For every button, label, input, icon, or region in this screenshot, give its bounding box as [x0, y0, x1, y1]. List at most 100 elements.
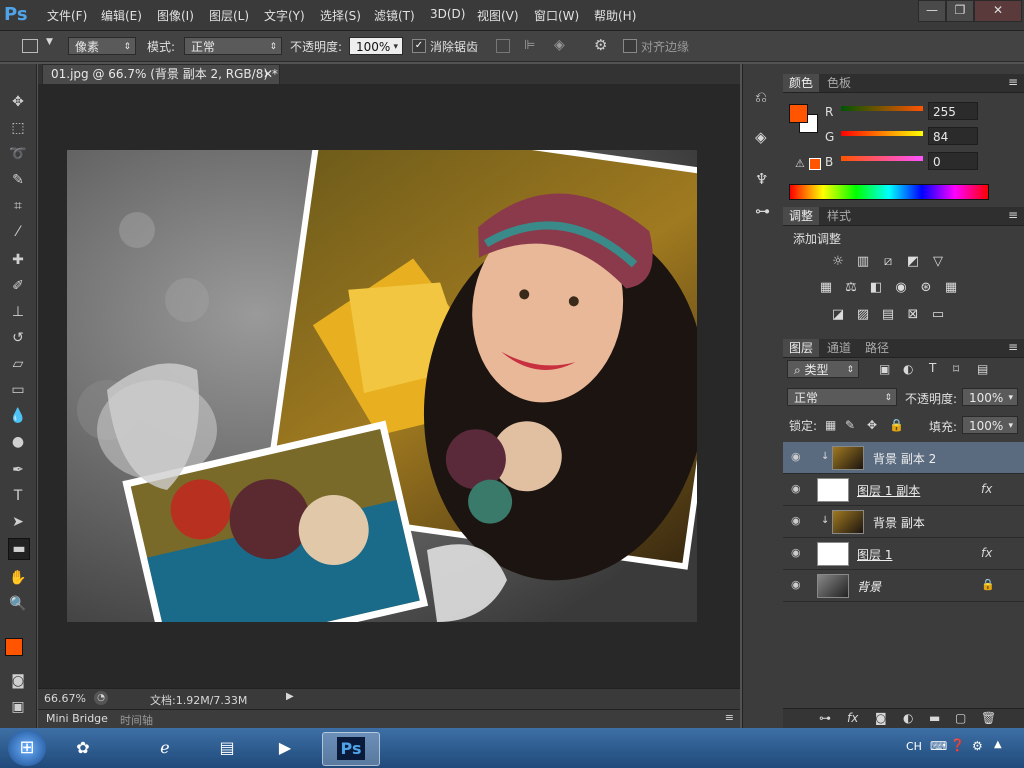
layer-row[interactable]: ◉ ↓ 背景 副本 2: [783, 442, 1024, 474]
add-mask-icon[interactable]: ◙: [875, 711, 887, 725]
threshold-icon[interactable]: ▤: [879, 307, 897, 323]
status-info-icon[interactable]: ◔: [94, 691, 108, 705]
menu-file[interactable]: 文件(F): [47, 7, 87, 24]
layer-row[interactable]: ◉ 图层 1 副本 fx: [783, 474, 1024, 506]
settings-icon[interactable]: ⚙: [972, 739, 983, 753]
panel-menu-icon[interactable]: ≡: [1008, 208, 1018, 222]
gradient-map-icon[interactable]: ▭: [929, 307, 947, 323]
layer-row[interactable]: ◉ 背景 🔒: [783, 570, 1024, 602]
black-white-icon[interactable]: ◧: [867, 280, 885, 296]
tab-swatches[interactable]: 色板: [821, 74, 857, 92]
windows-media-center-icon[interactable]: ✿: [62, 732, 104, 764]
close-button[interactable]: ✕: [974, 0, 1022, 22]
gear-icon[interactable]: ⚙: [594, 36, 607, 54]
gradient-tool-icon[interactable]: ▭: [8, 380, 28, 400]
menu-layer[interactable]: 图层(L): [209, 7, 249, 24]
eye-icon[interactable]: ◉: [791, 482, 805, 496]
color-lookup-icon[interactable]: ▦: [942, 280, 960, 296]
foreground-color-swatch[interactable]: [5, 638, 23, 656]
rectangle-tool-preset-icon[interactable]: [22, 39, 38, 53]
menu-filter[interactable]: 滤镜(T): [374, 7, 415, 24]
invert-icon[interactable]: ◪: [829, 307, 847, 323]
restore-button[interactable]: ❐: [946, 0, 974, 22]
hue-saturation-icon[interactable]: ▦: [817, 280, 835, 296]
filter-type-icon[interactable]: T: [929, 361, 936, 375]
chevron-down-icon[interactable]: ▼: [46, 37, 53, 47]
tool-presets-icon[interactable]: ⊶: [755, 202, 770, 220]
path-ops-icon[interactable]: [496, 39, 510, 53]
lock-transparency-icon[interactable]: ▦: [825, 418, 836, 432]
filter-pixel-icon[interactable]: ▣: [879, 362, 890, 376]
channel-r-input[interactable]: 255: [928, 102, 978, 120]
brush-presets-icon[interactable]: ♆: [755, 170, 768, 188]
align-edges-checkbox[interactable]: [623, 39, 637, 53]
color-balance-icon[interactable]: ⚖: [842, 280, 860, 296]
3d-panel-icon[interactable]: ◈: [755, 128, 767, 146]
layer-name[interactable]: 背景 副本 2: [873, 450, 936, 467]
layer-row[interactable]: ◉ 图层 1 fx: [783, 538, 1024, 570]
channel-mixer-icon[interactable]: ⊛: [917, 280, 935, 296]
history-brush-tool-icon[interactable]: ↺: [8, 328, 28, 348]
panel-menu-icon[interactable]: ≡: [1008, 340, 1018, 354]
mode-dropdown[interactable]: 正常 ⇕: [184, 37, 282, 55]
panel-menu-icon[interactable]: ≡: [725, 711, 734, 724]
internet-explorer-icon[interactable]: ℯ: [144, 732, 186, 764]
pen-tool-icon[interactable]: ✒: [8, 460, 28, 480]
channel-g-slider[interactable]: [841, 131, 923, 136]
marquee-tool-icon[interactable]: ⬚: [8, 118, 28, 138]
curves-icon[interactable]: ⧄: [879, 254, 897, 270]
opacity-input[interactable]: 100% ▾: [349, 37, 403, 55]
gamut-color-chip[interactable]: [809, 158, 821, 170]
fill-input[interactable]: 100% ▾: [962, 416, 1018, 434]
layer-name[interactable]: 背景: [857, 578, 881, 595]
menu-3d[interactable]: 3D(D): [430, 7, 465, 21]
menu-image[interactable]: 图像(I): [157, 7, 194, 24]
eraser-tool-icon[interactable]: ▱: [8, 354, 28, 374]
media-player-icon[interactable]: ▶: [264, 732, 306, 764]
layer-row[interactable]: ◉ ↓ 背景 副本: [783, 506, 1024, 538]
menu-window[interactable]: 窗口(W): [534, 7, 579, 24]
eye-icon[interactable]: ◉: [791, 578, 805, 592]
start-button[interactable]: ⊞: [8, 730, 46, 766]
hand-tool-icon[interactable]: ✋: [8, 568, 28, 588]
keyboard-icon[interactable]: ⌨: [930, 739, 947, 753]
levels-icon[interactable]: ▥: [854, 254, 872, 270]
new-group-icon[interactable]: ▬: [929, 711, 940, 725]
lock-image-icon[interactable]: ✎: [845, 418, 855, 432]
type-tool-icon[interactable]: T: [8, 486, 28, 506]
crop-tool-icon[interactable]: ⌗: [8, 196, 28, 216]
minimize-button[interactable]: —: [918, 0, 946, 22]
gamut-warning-icon[interactable]: ⚠: [795, 157, 805, 170]
exposure-icon[interactable]: ◩: [904, 254, 922, 270]
path-select-tool-icon[interactable]: ➤: [8, 512, 28, 532]
blur-tool-icon[interactable]: 💧: [8, 406, 28, 426]
filter-smart-icon[interactable]: ▤: [977, 362, 988, 376]
tab-adjustments[interactable]: 调整: [783, 207, 820, 225]
antialias-checkbox[interactable]: ✓: [412, 39, 426, 53]
brightness-icon[interactable]: ☼: [829, 254, 847, 270]
screen-mode-icon[interactable]: ▣: [8, 697, 28, 717]
history-panel-icon[interactable]: ⎌: [755, 88, 767, 106]
zoom-level[interactable]: 66.67%: [44, 692, 86, 705]
zoom-tool-icon[interactable]: 🔍: [8, 594, 28, 614]
path-align-icon[interactable]: ⊫: [524, 38, 535, 53]
fx-icon[interactable]: fx: [847, 711, 858, 725]
file-explorer-icon[interactable]: ▤: [206, 732, 248, 764]
menu-select[interactable]: 选择(S): [320, 7, 361, 24]
menu-type[interactable]: 文字(Y): [264, 7, 305, 24]
brush-tool-icon[interactable]: ✐: [8, 276, 28, 296]
photoshop-taskbar-icon[interactable]: Ps: [322, 732, 380, 766]
channel-b-input[interactable]: 0: [928, 152, 978, 170]
path-arrange-icon[interactable]: ◈: [554, 37, 565, 53]
lock-position-icon[interactable]: ✥: [867, 418, 877, 432]
filter-shape-icon[interactable]: ⌑: [953, 362, 959, 376]
layer-name[interactable]: 背景 副本: [873, 514, 925, 531]
close-tab-icon[interactable]: ✕: [263, 65, 273, 84]
channel-b-slider[interactable]: [841, 156, 923, 161]
tab-layers[interactable]: 图层: [783, 339, 820, 357]
channel-r-slider[interactable]: [841, 106, 923, 111]
layer-name[interactable]: 图层 1 副本: [857, 482, 920, 499]
rectangle-tool-icon[interactable]: ▬: [8, 538, 30, 560]
tab-paths[interactable]: 路径: [859, 339, 895, 357]
photo-filter-icon[interactable]: ◉: [892, 280, 910, 296]
